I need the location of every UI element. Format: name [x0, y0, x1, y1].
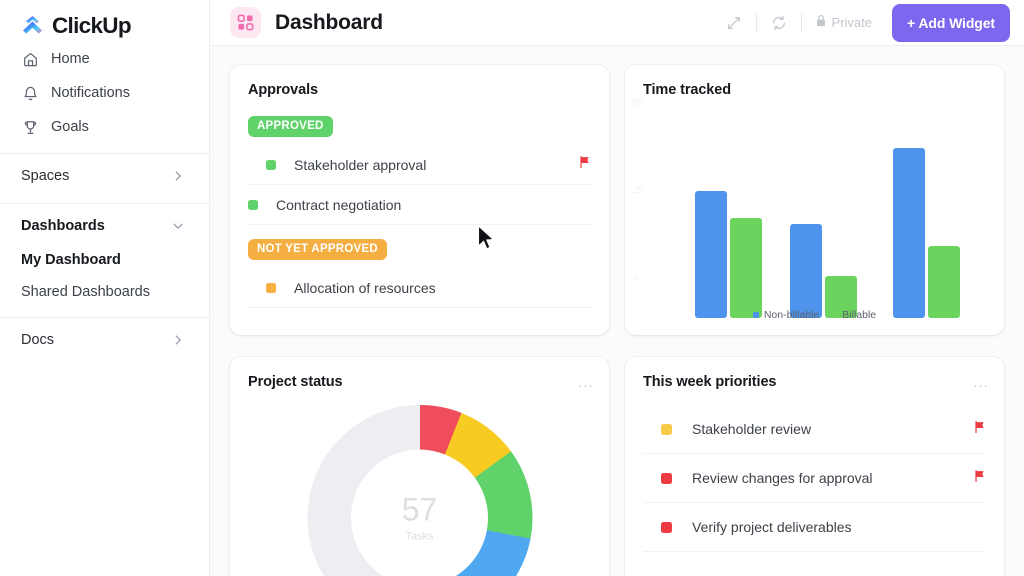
legend-label: Billable — [842, 309, 877, 321]
card-project-status: Project status ... 57 Tasks — [230, 357, 609, 576]
add-widget-button[interactable]: + Add Widget — [892, 3, 1010, 42]
ellipsis-icon[interactable]: ... — [579, 375, 594, 390]
card-title: This week priorities — [643, 374, 777, 390]
header-divider-1 — [755, 13, 757, 32]
app-logo-text: ClickUp — [52, 13, 132, 38]
sidebar-section-label: Spaces — [21, 168, 70, 184]
page-title: Dashboard — [275, 10, 383, 34]
bar-nonbillable-1[interactable] — [695, 191, 727, 318]
legend-swatch-icon — [752, 312, 759, 318]
expand-diagonal-icon[interactable] — [719, 8, 749, 38]
y-axis-tick: 0 — [633, 273, 639, 283]
list-item[interactable]: Stakeholder review — [643, 405, 986, 454]
list-item[interactable]: Review changes for approval — [643, 454, 986, 503]
priority-dot-icon — [661, 521, 672, 533]
home-icon — [21, 50, 39, 68]
sidebar-subitem-label: My Dashboard — [21, 252, 121, 268]
sidebar-section-label: Dashboards — [21, 218, 105, 234]
status-dot-icon — [248, 199, 258, 210]
clickup-arc-logo-icon — [20, 14, 45, 39]
app-logo[interactable]: ClickUp — [0, 0, 209, 42]
bar-chart: 50 25 0 — [625, 97, 1004, 319]
dashboard-canvas: Approvals APPROVED Stakeholder approval … — [210, 46, 1024, 576]
task-name: Stakeholder review — [692, 421, 812, 437]
header-divider-2 — [800, 13, 802, 32]
privacy-toggle[interactable]: Private — [809, 10, 878, 35]
donut-center-label: Tasks — [405, 530, 434, 542]
chart-legend: Non-billable Billable — [625, 309, 1004, 321]
legend-item-billable[interactable]: Billable — [831, 309, 876, 321]
task-name: Allocation of resources — [294, 279, 436, 296]
table-row[interactable]: Allocation of resources — [248, 268, 591, 308]
bar-billable-3[interactable] — [928, 246, 960, 318]
table-row[interactable]: Stakeholder approval — [248, 145, 591, 185]
priority-flag-icon[interactable] — [578, 155, 591, 174]
donut-center: 57 Tasks — [351, 449, 488, 576]
header-actions: Private + Add Widget — [719, 3, 1024, 42]
ellipsis-icon[interactable]: ... — [974, 375, 989, 390]
sidebar-item-my-dashboard[interactable]: My Dashboard — [0, 244, 209, 276]
priority-flag-icon[interactable] — [973, 420, 986, 439]
sidebar-item-home[interactable]: Home — [0, 42, 209, 76]
card-title: Approvals — [248, 82, 319, 98]
sidebar-item-spaces[interactable]: Spaces — [0, 158, 209, 194]
sidebar-item-label: Home — [51, 51, 90, 67]
sidebar-item-shared-dashboards[interactable]: Shared Dashboards — [0, 276, 209, 308]
priority-dot-icon — [661, 423, 672, 435]
list-item[interactable]: Verify project deliverables — [643, 503, 986, 552]
task-name: Stakeholder approval — [294, 156, 427, 173]
dashboard-grid-icon — [230, 7, 261, 38]
trophy-icon — [21, 118, 39, 136]
top-header: Dashboard Private + Add Widget — [210, 0, 1024, 46]
status-dot-icon — [266, 159, 276, 170]
donut-center-value: 57 — [401, 491, 438, 527]
sidebar-divider-2 — [0, 203, 209, 204]
legend-item-nonbillable[interactable]: Non-billable — [752, 309, 820, 321]
bar-nonbillable-2[interactable] — [790, 224, 822, 318]
status-badge-not-yet-approved: NOT YET APPROVED — [248, 239, 387, 260]
task-name: Verify project deliverables — [692, 519, 852, 535]
card-approvals: Approvals APPROVED Stakeholder approval … — [230, 65, 609, 335]
task-name: Contract negotiation — [276, 196, 402, 213]
sidebar-item-label: Notifications — [51, 85, 130, 101]
refresh-icon[interactable] — [764, 8, 794, 38]
chevron-right-icon — [171, 333, 185, 347]
sidebar: ClickUp Home Notifications Goals Spaces … — [0, 0, 210, 576]
card-title: Project status — [248, 374, 343, 390]
y-axis-tick: 25 — [633, 185, 644, 195]
sidebar-item-label: Goals — [51, 119, 89, 135]
donut-chart: 57 Tasks — [307, 405, 532, 576]
card-title: Time tracked — [643, 82, 731, 98]
status-badge-approved: APPROVED — [248, 116, 333, 137]
legend-label: Non-billable — [763, 309, 820, 321]
sidebar-item-docs[interactable]: Docs — [0, 322, 209, 358]
priority-flag-icon[interactable] — [973, 469, 986, 488]
task-name: Review changes for approval — [692, 470, 873, 486]
bar-billable-1[interactable] — [730, 218, 762, 318]
legend-swatch-icon — [831, 312, 838, 318]
lock-icon — [815, 14, 827, 31]
card-this-week-priorities: This week priorities ... Stakeholder rev… — [625, 357, 1004, 576]
sidebar-item-notifications[interactable]: Notifications — [0, 76, 209, 110]
bar-nonbillable-3[interactable] — [893, 148, 925, 318]
card-time-tracked: Time tracked 50 25 0 Non-billable Billab… — [625, 65, 1004, 335]
sidebar-divider-3 — [0, 317, 209, 318]
table-row[interactable]: Contract negotiation — [248, 185, 591, 225]
sidebar-item-goals[interactable]: Goals — [0, 110, 209, 144]
y-axis-tick: 50 — [633, 97, 644, 107]
priority-dot-icon — [661, 472, 672, 484]
sidebar-item-dashboards[interactable]: Dashboards — [0, 208, 209, 244]
status-dot-icon — [266, 282, 276, 293]
sidebar-section-label: Docs — [21, 332, 55, 348]
privacy-label: Private — [831, 15, 873, 30]
sidebar-divider-1 — [0, 153, 209, 154]
chevron-right-icon — [171, 169, 185, 183]
bell-icon — [21, 84, 39, 102]
chevron-down-icon — [171, 219, 185, 233]
sidebar-subitem-label: Shared Dashboards — [21, 284, 150, 300]
